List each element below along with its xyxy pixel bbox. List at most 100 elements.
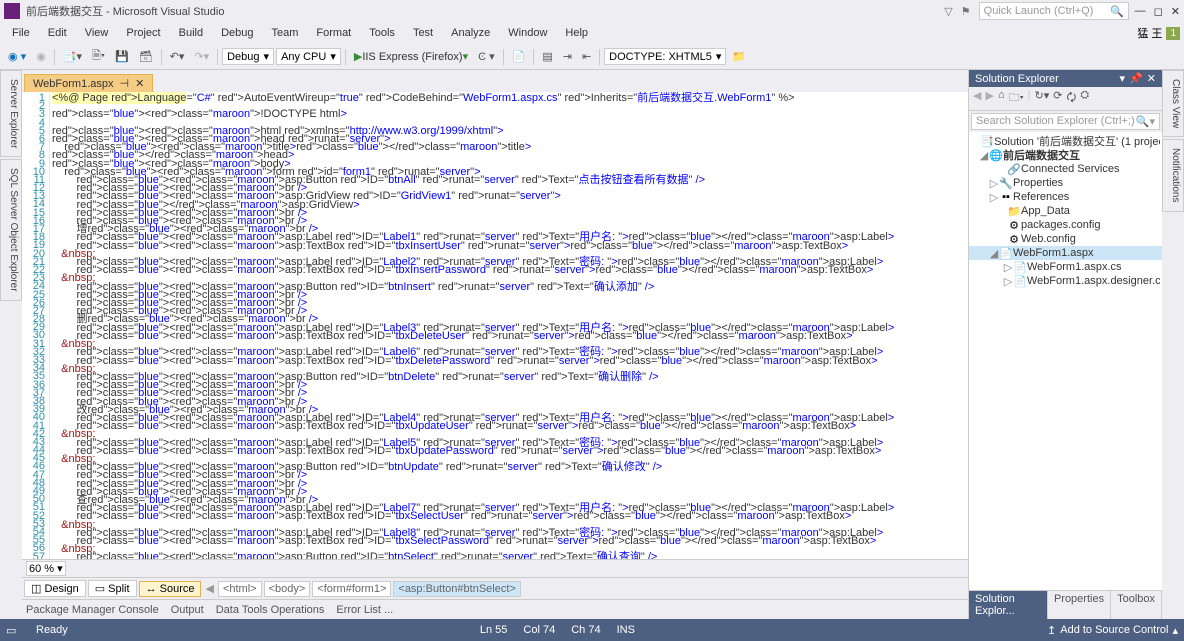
notifications-tab[interactable]: Notifications	[1162, 139, 1184, 211]
tree-webform1-designer[interactable]: ▷📄WebForm1.aspx.designer.c	[969, 274, 1162, 288]
close-button[interactable]: ✕	[1171, 5, 1180, 18]
bottom-tab-solexp[interactable]: Solution Explor...	[969, 591, 1048, 619]
breadcrumb-html[interactable]: <html>	[218, 581, 262, 597]
split-button[interactable]: ▭ Split	[88, 580, 137, 597]
output-window-tabs: Package Manager Console Output Data Tool…	[22, 599, 968, 619]
menu-file[interactable]: File	[4, 25, 38, 41]
task-list-button[interactable]: ▤	[538, 48, 556, 65]
indent-button[interactable]: ⇥	[559, 48, 576, 65]
validate-button[interactable]: 📁	[728, 48, 750, 65]
save-button[interactable]: 💾	[111, 48, 133, 65]
titlebar: 前后端数据交互 - Microsoft Visual Studio ▽ ⚑ Qu…	[0, 0, 1184, 22]
forward-icon[interactable]: ▶	[985, 89, 993, 108]
menu-tools[interactable]: Tools	[361, 25, 403, 41]
menu-analyze[interactable]: Analyze	[443, 25, 498, 41]
tree-webform1-aspx[interactable]: ◢📄WebForm1.aspx	[969, 246, 1162, 260]
maximize-button[interactable]: ◻	[1154, 5, 1163, 18]
window-title: 前后端数据交互 - Microsoft Visual Studio	[26, 3, 944, 19]
zoom-combo[interactable]: 60 % ▾	[26, 561, 66, 576]
source-control-button[interactable]: ↥ Add to Source Control ▴	[1047, 624, 1178, 637]
user-name[interactable]: 猛 王	[1137, 25, 1162, 41]
tree-connected-services[interactable]: 🔗Connected Services	[969, 162, 1162, 176]
pin-icon[interactable]: ⊣	[120, 77, 130, 90]
collapse-icon[interactable]: 🗀▾	[1009, 89, 1024, 108]
menu-edit[interactable]: Edit	[40, 25, 75, 41]
minimize-button[interactable]: —	[1135, 5, 1146, 18]
filter-icon[interactable]: ▽	[944, 5, 952, 18]
sync-icon[interactable]: ↻▾	[1035, 89, 1050, 108]
redo-button[interactable]: ↷▾	[190, 48, 213, 65]
solexp-titlebar[interactable]: Solution Explorer ▾ 📌 ✕	[969, 70, 1162, 87]
window-position-icon[interactable]: ▾	[1120, 72, 1126, 85]
code-editor[interactable]: 1234567891011121314151617181920212223242…	[22, 92, 968, 559]
solution-node[interactable]: 📑Solution '前后端数据交互' (1 project)	[969, 134, 1162, 148]
tree-properties[interactable]: ▷🔧Properties	[969, 176, 1162, 190]
tab-close-icon[interactable]: ✕	[135, 77, 144, 90]
save-all-button[interactable]: 🗃	[135, 48, 157, 65]
project-node[interactable]: ◢🌐前后端数据交互	[969, 148, 1162, 162]
tab-webform1[interactable]: WebForm1.aspx ⊣ ✕	[24, 74, 153, 92]
publish-icon: ↥	[1047, 624, 1056, 637]
menu-window[interactable]: Window	[500, 25, 555, 41]
bottom-tab-toolbox[interactable]: Toolbox	[1111, 591, 1162, 619]
open-button[interactable]: 🗎▾	[88, 45, 109, 68]
notifications-icon[interactable]: ⚑	[961, 5, 971, 18]
tab-data-tools[interactable]: Data Tools Operations	[216, 604, 325, 616]
menu-team[interactable]: Team	[264, 25, 307, 41]
status-icon: ▭	[6, 624, 20, 637]
properties-icon[interactable]: ⛭	[1080, 89, 1089, 108]
new-project-button[interactable]: 📑▾	[59, 48, 86, 65]
doctype-combo[interactable]: DOCTYPE: XHTML5▾	[604, 48, 726, 65]
config-combo[interactable]: Debug▾	[222, 48, 274, 65]
code-area[interactable]: <%@ Page red">Language="C#" red">AutoEve…	[50, 92, 968, 559]
menu-help[interactable]: Help	[557, 25, 596, 41]
tree-references[interactable]: ▷▪▪References	[969, 190, 1162, 204]
back-button[interactable]: ◉ ▾	[4, 48, 30, 65]
status-ch: Ch 74	[571, 624, 600, 636]
tab-output[interactable]: Output	[171, 604, 204, 616]
design-button[interactable]: ◫ Design	[24, 580, 86, 597]
bottom-tab-properties[interactable]: Properties	[1048, 591, 1111, 619]
new-item-button[interactable]: 📄	[508, 48, 530, 65]
tree-webform1-cs[interactable]: ▷📄WebForm1.aspx.cs	[969, 260, 1162, 274]
menu-build[interactable]: Build	[171, 25, 211, 41]
solexp-search-input[interactable]: Search Solution Explorer (Ctrl+;) 🔍▾	[971, 113, 1160, 130]
document-tabs: WebForm1.aspx ⊣ ✕	[22, 70, 968, 92]
home-icon[interactable]: ⌂	[998, 89, 1005, 108]
menu-test[interactable]: Test	[405, 25, 441, 41]
breadcrumb-form[interactable]: <form#form1>	[312, 581, 391, 597]
tree-packages-config[interactable]: ⚙packages.config	[969, 218, 1162, 232]
solution-tree[interactable]: 📑Solution '前后端数据交互' (1 project) ◢🌐前后端数据交…	[969, 132, 1162, 590]
class-view-tab[interactable]: Class View	[1162, 70, 1184, 137]
outdent-button[interactable]: ⇤	[578, 48, 595, 65]
panel-close-icon[interactable]: ✕	[1147, 72, 1156, 85]
show-all-icon[interactable]: ⟳	[1053, 89, 1062, 108]
forward-button[interactable]: ◉	[32, 48, 50, 65]
quick-launch-input[interactable]: Quick Launch (Ctrl+Q) 🔍	[979, 2, 1129, 20]
menu-debug[interactable]: Debug	[213, 25, 261, 41]
menu-project[interactable]: Project	[118, 25, 168, 41]
back-icon[interactable]: ◀	[973, 89, 981, 108]
run-button[interactable]: ▶ IIS Express (Firefox) ▾	[350, 48, 472, 65]
menu-format[interactable]: Format	[308, 25, 359, 41]
source-button[interactable]: ↔ Source	[139, 581, 202, 597]
server-explorer-tab[interactable]: Server Explorer	[0, 70, 22, 157]
breadcrumb-body[interactable]: <body>	[264, 581, 311, 597]
platform-combo[interactable]: Any CPU▾	[276, 48, 341, 65]
browser-link-button[interactable]: Ͼ ▾	[474, 48, 499, 65]
breadcrumb-button[interactable]: <asp:Button#btnSelect>	[393, 581, 520, 597]
sql-object-explorer-tab[interactable]: SQL Server Object Explorer	[0, 159, 22, 301]
user-badge[interactable]: 1	[1166, 27, 1180, 40]
tree-web-config[interactable]: ⚙Web.config	[969, 232, 1162, 246]
tree-appdata[interactable]: 📁App_Data	[969, 204, 1162, 218]
tab-package-manager[interactable]: Package Manager Console	[26, 604, 159, 616]
menu-view[interactable]: View	[77, 25, 117, 41]
solexp-toolbar: ◀ ▶ ⌂ 🗀▾ | ↻▾ ⟳ 🗘 ⛭	[969, 87, 1162, 111]
undo-button[interactable]: ↶▾	[166, 48, 189, 65]
right-rail: Class View Notifications	[1162, 70, 1184, 619]
autohide-icon[interactable]: 📌	[1129, 72, 1143, 85]
tab-error-list[interactable]: Error List ...	[336, 604, 393, 616]
breadcrumb-back-icon[interactable]: ◀	[203, 582, 215, 595]
refresh-icon[interactable]: 🗘	[1067, 89, 1077, 108]
menubar: File Edit View Project Build Debug Team …	[0, 22, 1184, 44]
